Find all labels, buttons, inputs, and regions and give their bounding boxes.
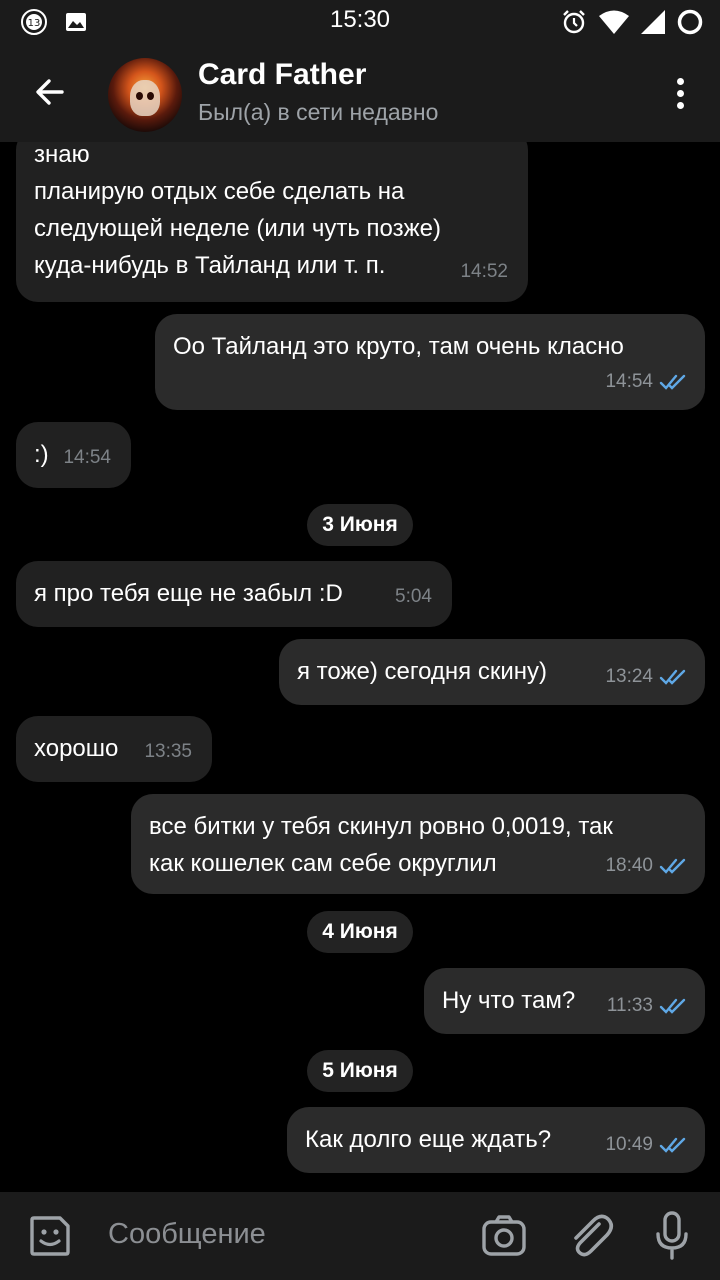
more-vertical-icon[interactable] <box>674 78 686 112</box>
message-list[interactable]: знаю планирую отдых себе сделать на след… <box>0 142 720 1192</box>
wifi-icon <box>599 10 629 34</box>
message-meta: 18:40 <box>605 847 689 884</box>
back-arrow-icon[interactable] <box>30 72 70 112</box>
message-time: 11:33 <box>606 995 653 1016</box>
message-meta: 5:04 <box>395 578 432 615</box>
date-label: 5 Июня <box>307 1050 413 1092</box>
message-time: 14:54 <box>605 371 653 392</box>
read-check-icon <box>659 1137 686 1153</box>
read-check-icon <box>659 858 686 874</box>
message-text: я про тебя еще не забыл :D <box>34 580 343 607</box>
message-time: 14:52 <box>460 261 508 282</box>
message-time: 10:49 <box>605 1134 653 1155</box>
message-meta: 14:54 <box>605 363 689 400</box>
chat-header: Card Father Был(а) в сети недавно <box>0 44 720 142</box>
message-meta: 13:24 <box>605 658 689 695</box>
date-label: 3 Июня <box>307 504 413 546</box>
camera-icon[interactable] <box>480 1212 528 1260</box>
signal-icon <box>641 10 665 34</box>
message-time: 13:35 <box>144 741 192 762</box>
message-outgoing[interactable]: Ну что там? 11:33 <box>424 968 705 1034</box>
message-time: 14:54 <box>63 447 111 468</box>
date-label: 4 Июня <box>307 911 413 953</box>
read-check-icon <box>659 669 686 685</box>
message-meta: 14:52 <box>460 253 508 290</box>
message-meta: 11:33 <box>607 987 689 1024</box>
battery-saver-icon <box>677 9 703 35</box>
read-check-icon <box>659 374 686 390</box>
message-incoming[interactable]: я про тебя еще не забыл :D 5:04 <box>16 561 452 627</box>
message-incoming[interactable]: знаю планирую отдых себе сделать на след… <box>16 142 528 302</box>
message-time: 18:40 <box>605 855 653 876</box>
message-outgoing[interactable]: Как долго еще ждать? 10:49 <box>287 1107 705 1173</box>
message-outgoing[interactable]: все битки у тебя скинул ровно 0,0019, та… <box>131 794 705 894</box>
read-check-icon <box>659 998 686 1014</box>
date-separator: 5 Июня <box>0 1050 720 1092</box>
mic-icon[interactable] <box>654 1210 690 1262</box>
status-bar: 13 15:30 <box>0 0 720 44</box>
contact-name[interactable]: Card Father <box>198 58 366 92</box>
attach-icon[interactable] <box>566 1210 614 1260</box>
avatar-eye-right <box>147 92 154 100</box>
alarm-icon <box>563 10 585 34</box>
message-composer: Сообщение <box>0 1192 720 1280</box>
avatar[interactable] <box>108 58 182 132</box>
emoji-icon[interactable] <box>26 1212 74 1260</box>
message-outgoing[interactable]: Оо Тайланд это круто, там очень класно 1… <box>155 314 705 410</box>
avatar-skull-shape <box>130 80 160 116</box>
date-separator: 4 Июня <box>0 911 720 953</box>
message-time: 13:24 <box>605 666 653 687</box>
message-incoming[interactable]: хорошо 13:35 <box>16 716 212 782</box>
message-meta: 13:35 <box>144 733 192 770</box>
contact-status: Был(а) в сети недавно <box>198 99 439 125</box>
avatar-eye-left <box>136 92 143 100</box>
message-text: знаю планирую отдых себе сделать на след… <box>34 142 441 279</box>
message-input[interactable]: Сообщение <box>108 1218 266 1251</box>
date-separator: 3 Июня <box>0 504 720 546</box>
message-meta: 14:54 <box>63 439 111 476</box>
message-incoming[interactable]: :) 14:54 <box>16 422 131 488</box>
message-meta: 10:49 <box>605 1126 689 1163</box>
message-outgoing[interactable]: я тоже) сегодня скину) 13:24 <box>279 639 705 705</box>
message-time: 5:04 <box>395 586 432 607</box>
message-text: Оо Тайланд это круто, там очень класно <box>173 333 624 360</box>
